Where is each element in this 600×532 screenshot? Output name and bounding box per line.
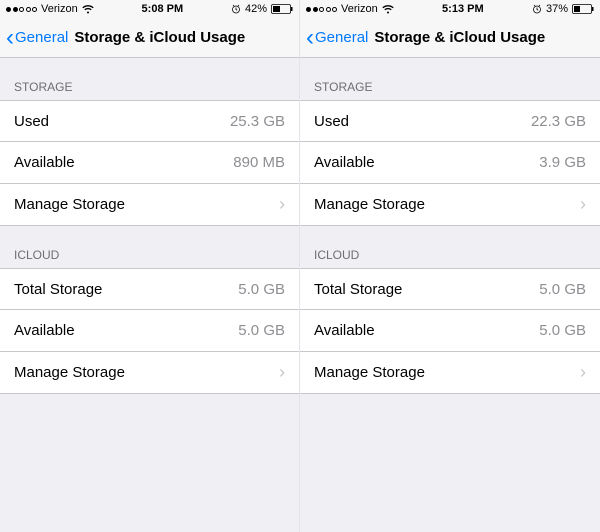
battery-percent: 37% xyxy=(546,3,568,15)
icloud-total-row: Total Storage 5.0 GB xyxy=(300,268,600,310)
icloud-total-row: Total Storage 5.0 GB xyxy=(0,268,299,310)
icloud-available-row: Available 5.0 GB xyxy=(0,310,299,352)
back-chevron-icon[interactable]: ‹ xyxy=(6,26,14,50)
back-button[interactable]: General xyxy=(315,29,368,46)
phone-screen-right: Verizon 5:13 PM 37% ‹ General Storage & … xyxy=(300,0,600,532)
battery-percent: 42% xyxy=(245,3,267,15)
back-chevron-icon[interactable]: ‹ xyxy=(306,26,314,50)
used-label: Used xyxy=(314,113,349,130)
wifi-icon xyxy=(382,5,394,14)
used-value: 22.3 GB xyxy=(531,113,586,130)
icloud-available-value: 5.0 GB xyxy=(238,322,285,339)
manage-icloud-label: Manage Storage xyxy=(314,364,425,381)
status-time: 5:13 PM xyxy=(442,3,484,15)
signal-dots-icon xyxy=(6,7,37,12)
battery-icon xyxy=(572,4,594,14)
manage-storage-row[interactable]: Manage Storage › xyxy=(300,184,600,226)
page-title: Storage & iCloud Usage xyxy=(74,29,245,46)
used-value: 25.3 GB xyxy=(230,113,285,130)
total-storage-label: Total Storage xyxy=(314,281,402,298)
manage-storage-label: Manage Storage xyxy=(14,196,125,213)
storage-used-row: Used 25.3 GB xyxy=(0,100,299,142)
storage-section-header: STORAGE xyxy=(0,58,299,100)
alarm-icon xyxy=(532,4,542,14)
alarm-icon xyxy=(231,4,241,14)
manage-storage-row[interactable]: Manage Storage › xyxy=(0,184,299,226)
available-label: Available xyxy=(14,154,75,171)
status-bar: Verizon 5:13 PM 37% xyxy=(300,0,600,18)
chevron-right-icon: › xyxy=(580,194,586,215)
carrier-label: Verizon xyxy=(41,3,78,15)
signal-dots-icon xyxy=(306,7,337,12)
available-value: 3.9 GB xyxy=(539,154,586,171)
available-label: Available xyxy=(314,154,375,171)
status-time: 5:08 PM xyxy=(142,3,184,15)
total-storage-value: 5.0 GB xyxy=(539,281,586,298)
phone-screen-left: Verizon 5:08 PM 42% ‹ General Storage & … xyxy=(0,0,300,532)
carrier-label: Verizon xyxy=(341,3,378,15)
total-storage-label: Total Storage xyxy=(14,281,102,298)
nav-bar: ‹ General Storage & iCloud Usage xyxy=(0,18,299,58)
battery-icon xyxy=(271,4,293,14)
status-bar: Verizon 5:08 PM 42% xyxy=(0,0,299,18)
icloud-section-header: ICLOUD xyxy=(0,226,299,268)
icloud-available-value: 5.0 GB xyxy=(539,322,586,339)
total-storage-value: 5.0 GB xyxy=(238,281,285,298)
chevron-right-icon: › xyxy=(580,362,586,383)
manage-icloud-row[interactable]: Manage Storage › xyxy=(300,352,600,394)
icloud-available-label: Available xyxy=(314,322,375,339)
back-button[interactable]: General xyxy=(15,29,68,46)
icloud-section-header: ICLOUD xyxy=(300,226,600,268)
wifi-icon xyxy=(82,5,94,14)
manage-icloud-label: Manage Storage xyxy=(14,364,125,381)
manage-storage-label: Manage Storage xyxy=(314,196,425,213)
storage-used-row: Used 22.3 GB xyxy=(300,100,600,142)
storage-section-header: STORAGE xyxy=(300,58,600,100)
icloud-available-label: Available xyxy=(14,322,75,339)
storage-available-row: Available 890 MB xyxy=(0,142,299,184)
storage-available-row: Available 3.9 GB xyxy=(300,142,600,184)
page-title: Storage & iCloud Usage xyxy=(374,29,545,46)
icloud-available-row: Available 5.0 GB xyxy=(300,310,600,352)
chevron-right-icon: › xyxy=(279,362,285,383)
nav-bar: ‹ General Storage & iCloud Usage xyxy=(300,18,600,58)
chevron-right-icon: › xyxy=(279,194,285,215)
manage-icloud-row[interactable]: Manage Storage › xyxy=(0,352,299,394)
available-value: 890 MB xyxy=(233,154,285,171)
used-label: Used xyxy=(14,113,49,130)
